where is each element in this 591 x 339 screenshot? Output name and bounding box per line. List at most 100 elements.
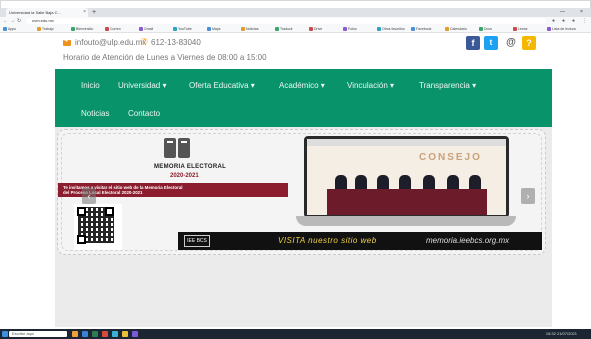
app-icon[interactable] [92,331,98,337]
extension-icon[interactable]: ● [562,17,565,25]
bookmark-label: YouTube [178,27,192,31]
bookmark-label: Fotos [348,27,357,31]
phone-icon: ✆ [141,37,148,46]
bookmark-item[interactable]: Drive [309,25,322,33]
nav-item-vinculacion[interactable]: Vinculación ▾ [347,81,394,90]
bookmark-icon [241,27,245,32]
app-icon[interactable] [102,331,108,337]
bookmark-item[interactable]: Maps [207,25,221,33]
bookmarks-bar: Apps Trabajo Bienvenido Correo Gmail YouTube M… [0,25,591,33]
bookmark-label: Otros favoritos [382,27,405,31]
carousel-next-button[interactable]: › [521,188,535,204]
help-icon[interactable]: ? [522,36,536,50]
bookmark-label: Apps [8,27,16,31]
ballot-box-icon [164,138,176,158]
close-window-button[interactable]: × [580,8,583,17]
nav-item-noticias[interactable]: Noticias [81,109,109,118]
qr-corner [77,207,86,216]
invitation-text: Te invitamos a visitar el sitio web de l… [63,185,182,195]
bookmark-icon [105,27,109,32]
bookmark-item[interactable]: Calendario [445,25,467,33]
bookmark-icon [71,27,75,32]
bookmark-item[interactable]: Lista de lectura [547,25,576,33]
chrome-icon[interactable] [122,331,128,337]
laptop-base [296,216,516,226]
reload-icon[interactable]: ↻ [17,17,21,25]
bookmark-icon [207,27,211,32]
address-bar[interactable]: uvm.edu.mx [26,18,546,24]
browser-tab[interactable]: Universidad la Salle Baja C... × [6,8,88,17]
twitter-icon[interactable]: t [484,36,498,50]
taskbar-search[interactable]: Escribe aquí [9,331,67,337]
nav-item-universidad[interactable]: Universidad ▾ [118,81,166,90]
bookmark-label: Noticias [246,27,259,31]
bookmark-label: Trabajo [42,27,54,31]
facebook-icon[interactable]: f [466,36,480,50]
bookmark-item[interactable]: Otros favoritos [377,25,405,33]
bookmark-item[interactable]: Gmail [139,25,153,33]
bookmark-icon [513,27,517,32]
bookmark-label: Traducir [280,27,293,31]
bookmark-label: Lista de lectura [552,27,576,31]
bookmark-label: Drive [314,27,323,31]
carousel-slide[interactable]: MEMORIA ELECTORAL 2020-2021 Te invitamos… [57,129,546,255]
nav-item-inicio[interactable]: Inicio [81,81,100,90]
memoria-url[interactable]: memoria.ieebcs.org.mx [426,236,509,245]
forward-icon[interactable]: → [10,17,15,25]
taskbar-clock[interactable]: 15:32 21/07/2021 [546,330,577,338]
tab-title: Universidad la Salle Baja C... [9,10,61,15]
memoria-logo: MEMORIA ELECTORAL 2020-2021 [146,138,226,186]
bookmark-item[interactable]: Trabajo [37,25,54,33]
bookmark-icon [275,27,279,32]
bookmark-item[interactable]: Facebook [411,25,431,33]
bookmark-item[interactable]: YouTube [173,25,192,33]
bookmark-label: Correo [110,27,121,31]
nav-item-oferta-educativa[interactable]: Oferta Educativa ▾ [189,81,255,90]
extension-icon[interactable]: ● [552,17,555,25]
nav-item-contacto[interactable]: Contacto [128,109,160,118]
visit-banner: IEE BCS VISITA nuestro sitio web memoria… [178,232,542,250]
bookmark-item[interactable]: Traducir [275,25,293,33]
screen-photo: CONSEJO [307,139,506,215]
contact-email[interactable]: infouto@ulp.edu.mx [75,38,146,47]
profile-icon[interactable]: ● [572,17,575,25]
nav-item-academico[interactable]: Académico ▾ [279,81,325,90]
main-navbar: Inicio Universidad ▾ Oferta Educativa ▾ … [55,69,552,127]
email-icon[interactable]: @ [504,36,518,50]
contact-phone[interactable]: 612-13-83040 [151,38,201,47]
menu-icon[interactable]: ⋮ [582,17,587,25]
bookmark-icon [479,27,483,32]
carousel-prev-button[interactable]: ‹ [82,188,96,204]
start-icon[interactable] [2,331,8,337]
bookmark-label: Facebook [416,27,432,31]
screen-header [307,139,506,146]
nav-item-transparencia[interactable]: Transparencia ▾ [419,81,476,90]
qr-code [74,204,122,250]
qr-corner [105,207,114,216]
bookmark-item[interactable]: Fotos [343,25,357,33]
bookmark-item[interactable]: Correo [105,25,121,33]
bookmark-item[interactable]: Lector [513,25,528,33]
app-icon[interactable] [132,331,138,337]
app-icon[interactable] [72,331,78,337]
minimize-button[interactable]: — [560,8,565,17]
bookmark-item[interactable]: Docs [479,25,492,33]
bookmark-item[interactable]: Noticias [241,25,258,33]
bookmark-icon [445,27,449,32]
app-icon[interactable] [82,331,88,337]
bookmark-icon [377,27,381,32]
app-icon[interactable] [112,331,118,337]
laptop-image: CONSEJO [296,136,516,228]
bookmark-label: Gmail [144,27,154,31]
visit-text: VISITA nuestro sitio web [278,236,377,245]
new-tab-button[interactable]: + [92,8,96,17]
bookmark-item[interactable]: Apps [3,25,16,33]
tab-close-icon[interactable]: × [83,8,86,17]
bookmark-item[interactable]: Bienvenido [71,25,93,33]
laptop-screen: CONSEJO [304,136,509,218]
bookmark-icon [3,27,7,32]
mail-icon [63,40,71,46]
memoria-title: MEMORIA ELECTORAL [154,164,227,170]
page-viewport: infouto@ulp.edu.mx ✆ 612-13-83040 Horari… [0,33,591,329]
back-icon[interactable]: ← [3,17,8,25]
